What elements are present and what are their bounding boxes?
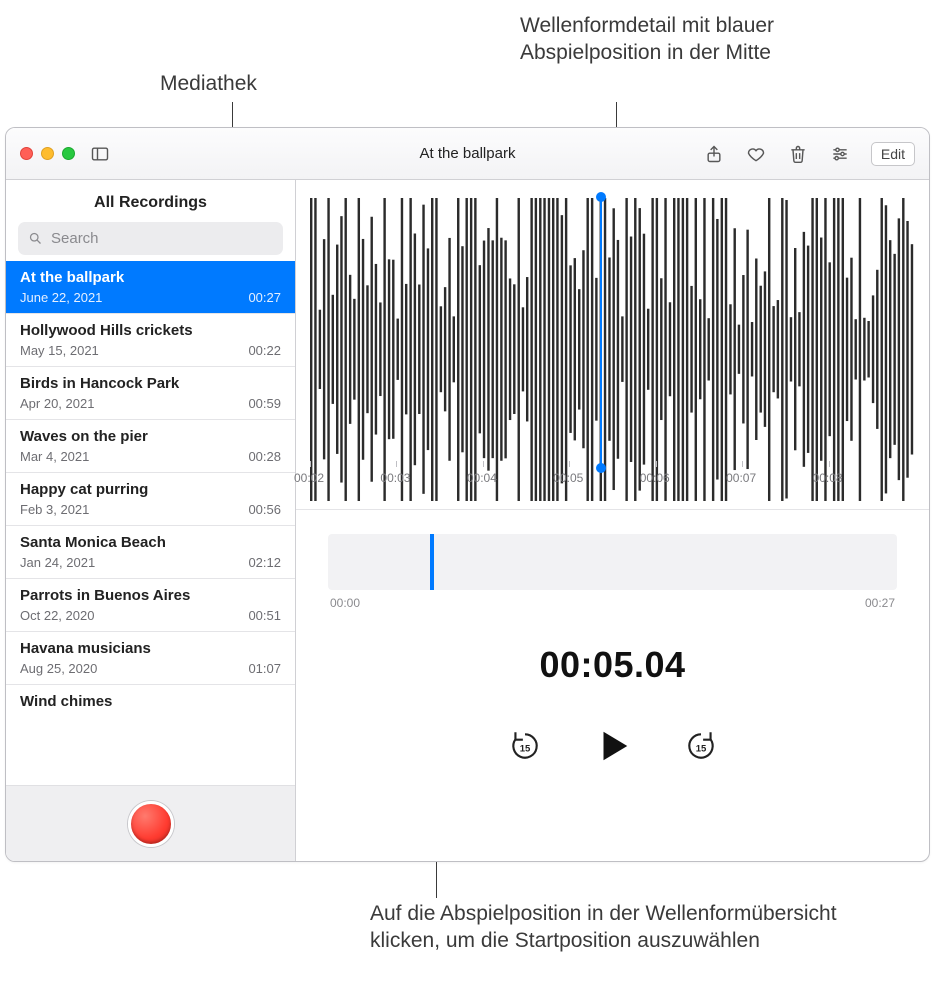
trash-icon[interactable] [787, 143, 809, 165]
list-item-duration: 00:56 [248, 502, 281, 517]
waveform-overview-svg [332, 540, 893, 590]
search-input[interactable] [49, 229, 273, 248]
skip-back-15-button[interactable]: 15 [505, 726, 545, 766]
close-button[interactable] [20, 147, 33, 160]
list-item-date: Feb 3, 2021 [20, 502, 89, 517]
list-item-title: Hollywood Hills crickets [20, 322, 281, 339]
ruler-tick: 00:05 [553, 471, 583, 485]
list-item-date: Oct 22, 2020 [20, 608, 94, 623]
playback-controls: 15 15 [296, 726, 929, 766]
recordings-list: At the ballpark June 22, 2021 00:27 Holl… [6, 261, 295, 785]
sidebar: All Recordings At the ballpark June 22, … [6, 180, 296, 861]
list-item-title: Santa Monica Beach [20, 534, 281, 551]
overview-start-time: 00:00 [330, 596, 360, 610]
time-readout: 00:05.04 [296, 644, 929, 686]
record-button[interactable] [128, 801, 174, 847]
search-field[interactable] [18, 222, 283, 255]
app-window: At the ballpark [5, 127, 930, 862]
favorite-icon[interactable] [745, 143, 767, 165]
list-item[interactable]: Hollywood Hills crickets May 15, 2021 00:… [6, 314, 295, 367]
list-item-title: Happy cat purring [20, 481, 281, 498]
list-item-date: Apr 20, 2021 [20, 396, 94, 411]
ruler-tick: 00:07 [726, 471, 756, 485]
list-item[interactable]: Parrots in Buenos Aires Oct 22, 2020 00:5… [6, 579, 295, 632]
waveform-overview[interactable] [328, 534, 897, 590]
ruler-tick: 00:03 [380, 471, 410, 485]
list-item-title: Birds in Hancock Park [20, 375, 281, 392]
list-item[interactable]: Wind chimes [6, 685, 295, 718]
search-icon [28, 231, 43, 246]
svg-text:15: 15 [695, 743, 706, 754]
list-item-title: Havana musicians [20, 640, 281, 657]
list-item-title: At the ballpark [20, 269, 281, 286]
list-item[interactable]: Happy cat purring Feb 3, 2021 00:56 [6, 473, 295, 526]
list-item-duration: 00:51 [248, 608, 281, 623]
ruler-tick: 00:06 [640, 471, 670, 485]
waveform-detail[interactable]: 00:02 00:03 00:04 00:05 00:06 00:07 00:0… [296, 180, 929, 510]
list-item[interactable]: Havana musicians Aug 25, 2020 01:07 [6, 632, 295, 685]
callout-waveform: Wellenformdetail mit blauer Abspielposit… [520, 12, 890, 67]
callout-mediathek: Mediathek [160, 70, 257, 97]
time-ruler: 00:02 00:03 00:04 00:05 00:06 00:07 00:0… [310, 465, 915, 509]
edit-button[interactable]: Edit [871, 142, 915, 166]
list-item-title: Parrots in Buenos Aires [20, 587, 281, 604]
titlebar: At the ballpark [6, 128, 929, 180]
list-item-date: May 15, 2021 [20, 343, 99, 358]
ruler-tick: 00:04 [467, 471, 497, 485]
ruler-tick: 00:08 [813, 471, 843, 485]
main-panel: 00:02 00:03 00:04 00:05 00:06 00:07 00:0… [296, 180, 929, 861]
window-controls [20, 147, 75, 160]
fullscreen-button[interactable] [62, 147, 75, 160]
settings-sliders-icon[interactable] [829, 143, 851, 165]
list-item-date: Aug 25, 2020 [20, 661, 97, 676]
list-item-date: June 22, 2021 [20, 290, 102, 305]
list-item-duration: 02:12 [248, 555, 281, 570]
skip-forward-15-button[interactable]: 15 [681, 726, 721, 766]
minimize-button[interactable] [41, 147, 54, 160]
list-item-date: Mar 4, 2021 [20, 449, 89, 464]
playhead-overview[interactable] [430, 534, 434, 590]
list-item[interactable]: Santa Monica Beach Jan 24, 2021 02:12 [6, 526, 295, 579]
list-item-duration: 00:27 [248, 290, 281, 305]
list-item[interactable]: At the ballpark June 22, 2021 00:27 [6, 261, 295, 314]
window-title: At the ballpark [420, 145, 516, 162]
sidebar-toggle-icon[interactable] [89, 143, 111, 165]
share-icon[interactable] [703, 143, 725, 165]
list-item-duration: 00:22 [248, 343, 281, 358]
list-item-title: Waves on the pier [20, 428, 281, 445]
list-item-date: Jan 24, 2021 [20, 555, 95, 570]
list-item[interactable]: Waves on the pier Mar 4, 2021 00:28 [6, 420, 295, 473]
sidebar-header: All Recordings [6, 180, 295, 222]
list-item[interactable]: Birds in Hancock Park Apr 20, 2021 00:59 [6, 367, 295, 420]
waveform-detail-svg [310, 198, 915, 501]
play-button[interactable] [593, 726, 633, 766]
sidebar-footer [6, 785, 295, 861]
svg-text:15: 15 [519, 743, 530, 754]
list-item-duration: 01:07 [248, 661, 281, 676]
playhead-detail[interactable] [600, 198, 602, 467]
list-item-duration: 00:59 [248, 396, 281, 411]
list-item-duration: 00:28 [248, 449, 281, 464]
ruler-tick: 00:02 [294, 471, 324, 485]
list-item-title: Wind chimes [20, 693, 281, 710]
callout-overview: Auf die Abspielposition in der Wellenfor… [370, 900, 890, 955]
overview-end-time: 00:27 [865, 596, 895, 610]
